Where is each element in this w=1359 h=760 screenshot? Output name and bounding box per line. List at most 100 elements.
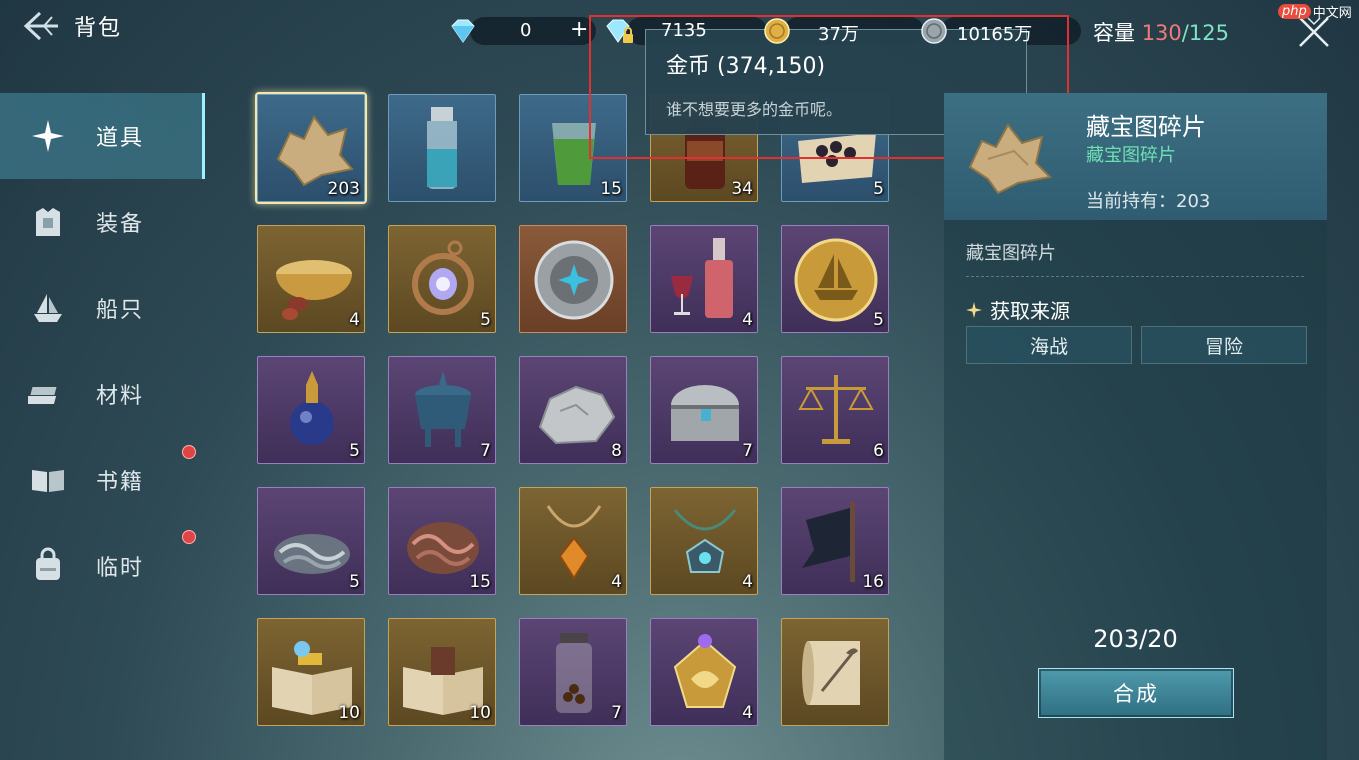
sidebar-item-label: 道具 [96, 126, 145, 151]
item-quantity: 16 [862, 572, 884, 592]
book-icon [32, 470, 64, 492]
golden-emblem-icon [673, 634, 737, 708]
inventory-slot[interactable]: 7 [388, 356, 496, 464]
item-quantity: 5 [480, 310, 491, 330]
diamond-value: 0 [520, 20, 532, 41]
item-quantity: 7 [480, 441, 491, 461]
treasure-map-fragment-icon [276, 115, 354, 187]
soup-bowl-icon [276, 260, 352, 320]
silver-coin-icon [921, 18, 947, 44]
inventory-slot[interactable]: 4 [519, 487, 627, 595]
bag-icon [36, 547, 60, 580]
source-title-text: 获取来源 [990, 299, 1070, 323]
silver-value: 10165万 [957, 24, 1033, 45]
divider [966, 276, 1304, 277]
armor-icon [36, 208, 60, 236]
inventory-slot[interactable]: 203 [257, 94, 365, 202]
silver-ore-icon [538, 385, 616, 445]
sidebar-item-label: 材料 [96, 384, 145, 409]
star-pendant-icon [673, 509, 737, 573]
page-title: 背包 [74, 16, 123, 41]
detail-header: 藏宝图碎片 藏宝图碎片 当前持有：203 [944, 93, 1327, 220]
capacity-label: 容量 [1093, 21, 1135, 45]
item-quantity: 34 [731, 179, 753, 199]
item-quantity: 6 [873, 441, 884, 461]
capacity-indicator: 容量 130/125 [1093, 17, 1229, 47]
inventory-slot[interactable]: 7 [519, 618, 627, 726]
temporary-notification-dot [182, 530, 196, 544]
materials-icon [28, 387, 57, 404]
amber-necklace-icon [546, 505, 602, 580]
inventory-slot[interactable]: 4 [650, 487, 758, 595]
inventory-slot[interactable] [388, 94, 496, 202]
star-icon [966, 301, 982, 318]
inventory-slot[interactable]: 5 [781, 225, 889, 333]
item-quantity: 4 [611, 572, 622, 592]
inventory-slot[interactable]: 15 [388, 487, 496, 595]
iron-chain-icon [274, 534, 350, 574]
ship-coin-icon [794, 238, 878, 322]
source-button-naval-battle[interactable]: 海战 [966, 326, 1132, 364]
watermark-php: php [1278, 3, 1311, 19]
inventory-slot[interactable]: 4 [257, 225, 365, 333]
sidebar-item-ships[interactable]: 船只 [0, 265, 202, 351]
water-bottle-icon [427, 107, 457, 189]
capacity-max: 125 [1188, 21, 1229, 45]
source-section-title: 获取来源 [966, 295, 1070, 324]
diamond-currency[interactable]: 0 + [446, 16, 596, 46]
watermark: php 中文网 [1278, 0, 1359, 22]
sidebar-item-temporary[interactable]: 临时 [0, 523, 202, 609]
diamond-icon [451, 19, 475, 43]
sidebar-item-equipment[interactable]: 装备 [0, 179, 202, 265]
item-quantity: 203 [327, 179, 360, 199]
inventory-slot[interactable] [781, 618, 889, 726]
sidebar-item-items[interactable]: 道具 [0, 93, 205, 179]
sparkle-icon [32, 120, 64, 152]
back-button[interactable]: 背包 [22, 8, 152, 44]
incense-burner-icon [415, 371, 471, 447]
inventory-slot[interactable]: 5 [388, 225, 496, 333]
add-diamond-button[interactable]: + [570, 17, 588, 42]
inventory-slot[interactable]: 4 [650, 225, 758, 333]
books-notification-dot [182, 445, 196, 459]
item-quantity: 4 [742, 310, 753, 330]
item-quantity: 4 [742, 572, 753, 592]
inventory-slot[interactable]: 7 [650, 356, 758, 464]
sidebar-item-materials[interactable]: 材料 [0, 351, 202, 437]
item-quantity: 7 [742, 441, 753, 461]
item-quantity: 10 [469, 703, 491, 723]
detail-item-type: 藏宝图碎片 [1086, 145, 1176, 166]
amulet-icon [412, 240, 474, 315]
item-quantity: 5 [873, 179, 884, 199]
inventory-slot[interactable]: 6 [781, 356, 889, 464]
capacity-used: 130 [1141, 21, 1182, 45]
inventory-slot[interactable] [519, 225, 627, 333]
item-quantity: 4 [742, 703, 753, 723]
sidebar-item-label: 装备 [96, 212, 145, 237]
ship-icon [34, 294, 62, 322]
inventory-slot[interactable]: 5 [257, 487, 365, 595]
inventory-slot[interactable]: 10 [257, 618, 365, 726]
sidebar-item-label: 临时 [96, 556, 145, 581]
sidebar-item-books[interactable]: 书籍 [0, 437, 202, 523]
pearl-jar-icon [556, 633, 592, 713]
scroll-quill-icon [802, 641, 860, 705]
copper-chain-icon [407, 522, 479, 574]
item-quantity: 7 [611, 703, 622, 723]
inventory-slot[interactable]: 10 [388, 618, 496, 726]
inventory-slot[interactable]: 4 [650, 618, 758, 726]
detail-description: 藏宝图碎片 [966, 243, 1056, 264]
source-button-adventure[interactable]: 冒险 [1141, 326, 1307, 364]
locked-diamond-value: 7135 [661, 20, 707, 41]
inventory-slot[interactable]: 16 [781, 487, 889, 595]
synthesis-progress: 203/20 [1093, 625, 1178, 653]
synthesize-button[interactable]: 合成 [1038, 668, 1234, 718]
inventory-slot[interactable]: 8 [519, 356, 627, 464]
item-quantity: 4 [349, 310, 360, 330]
treasure-map-fragment-icon [968, 123, 1053, 195]
item-quantity: 5 [349, 572, 360, 592]
item-quantity: 5 [349, 441, 360, 461]
capacity-sep: / [1181, 21, 1189, 45]
watermark-text: 中文网 [1312, 5, 1352, 21]
inventory-slot[interactable]: 5 [257, 356, 365, 464]
